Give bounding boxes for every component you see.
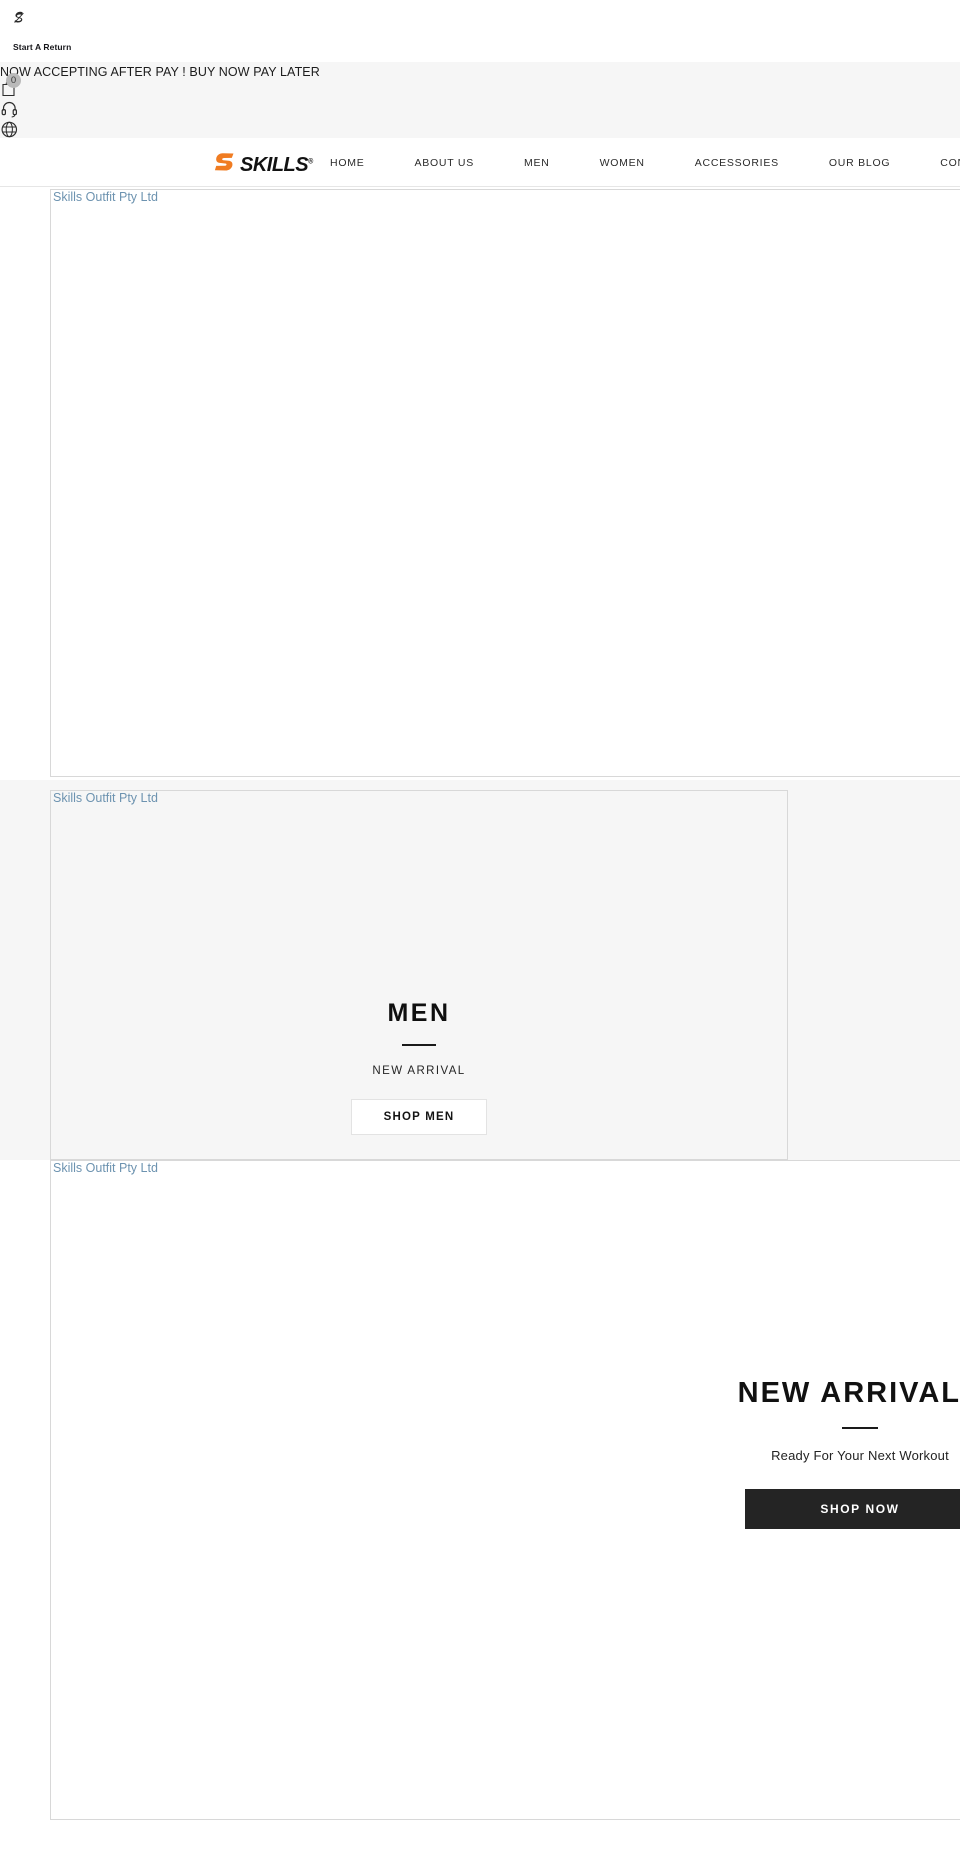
nav-item-contact-us[interactable]: CONTACT US: [940, 157, 960, 169]
top-utility-strip: Start A Return: [0, 0, 960, 62]
hero-image-alt-text: Skills Outfit Pty Ltd: [53, 190, 158, 204]
registered-mark: ®: [308, 158, 313, 166]
promo-message: NOW ACCEPTING AFTER PAY ! BUY NOW PAY LA…: [0, 65, 320, 79]
brand-logo[interactable]: SKILLS®: [213, 152, 313, 178]
nav-item-women[interactable]: WOMEN: [600, 157, 645, 169]
nav-item-men[interactable]: MEN: [524, 157, 550, 169]
start-a-return-link[interactable]: Start A Return: [13, 42, 71, 52]
nav-item-our-blog[interactable]: OUR BLOG: [829, 157, 890, 169]
men-divider-rule: [402, 1043, 436, 1046]
skills-lightning-s-icon: [213, 150, 239, 181]
men-subheading: NEW ARRIVAL: [372, 1064, 466, 1077]
shopping-bag-icon[interactable]: 0: [0, 73, 22, 98]
cart-count-badge: 0: [6, 73, 21, 88]
brand-word-text: SKILLS: [240, 154, 309, 176]
arrivals-image-alt-text: Skills Outfit Pty Ltd: [53, 1161, 158, 1175]
headset-support-icon[interactable]: [0, 98, 22, 119]
hero-banner-image[interactable]: Skills Outfit Pty Ltd: [50, 189, 960, 777]
brand-wordmark: SKILLS®: [240, 155, 313, 175]
shop-now-button[interactable]: SHOP NOW: [745, 1488, 960, 1529]
arrivals-subheading: Ready For Your Next Workout: [771, 1447, 949, 1463]
men-image-alt-text: Skills Outfit Pty Ltd: [53, 791, 158, 805]
main-navigation: HOME ABOUT US MEN WOMEN ACCESSORIES OUR …: [330, 138, 960, 187]
new-arrivals-content: NEW ARRIVALS Ready For Your Next Workout…: [600, 1377, 960, 1529]
men-category-content: MEN NEW ARRIVAL SHOP MEN: [0, 999, 838, 1135]
nav-item-about-us[interactable]: ABOUT US: [415, 157, 474, 169]
men-heading: MEN: [387, 999, 451, 1027]
arrivals-heading: NEW ARRIVALS: [737, 1377, 960, 1409]
arrivals-divider-rule: [842, 1426, 878, 1429]
site-header: SKILLS® HOME ABOUT US MEN WOMEN ACCESSOR…: [0, 138, 960, 187]
nav-item-home[interactable]: HOME: [330, 157, 365, 169]
shop-men-button[interactable]: SHOP MEN: [351, 1098, 487, 1135]
skills-s-mark-icon[interactable]: [10, 9, 28, 27]
nav-item-accessories[interactable]: ACCESSORIES: [695, 157, 779, 169]
utility-icon-column: 0: [0, 73, 26, 140]
globe-language-icon[interactable]: [0, 119, 22, 140]
promo-announcement-bar: NOW ACCEPTING AFTER PAY ! BUY NOW PAY LA…: [0, 62, 960, 138]
